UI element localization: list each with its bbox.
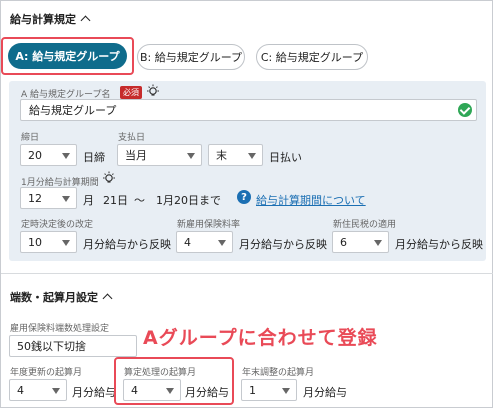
section-header-payroll-rules[interactable]: 給与計算規定 xyxy=(10,11,91,27)
dropdown-arrow-icon xyxy=(166,388,174,394)
rounding-select[interactable]: 50銭以下切捨 xyxy=(9,335,137,357)
chevron-up-icon xyxy=(80,15,91,26)
dropdown-arrow-icon xyxy=(248,153,256,159)
section-header-rounding[interactable]: 端数・起算月設定 xyxy=(10,289,113,305)
pay-day-select[interactable]: 末 xyxy=(208,144,263,166)
year-end-select[interactable]: 1 xyxy=(241,379,297,401)
pay-month-select[interactable]: 当月 xyxy=(117,144,202,166)
settings-window: 給与計算規定 A: 給与規定グループ B: 給与規定グループ C: 給与規定グル… xyxy=(0,0,493,408)
group-name-value: 給与規定グループ xyxy=(29,104,117,117)
period-help-link[interactable]: 給与計算期間について xyxy=(256,192,366,208)
dropdown-arrow-icon xyxy=(282,388,290,394)
dropdown-arrow-icon xyxy=(62,240,70,246)
tab-group-b[interactable]: B: 給与規定グループ xyxy=(137,44,245,70)
dropdown-arrow-icon xyxy=(62,196,70,202)
regular-revision-label: 定時決定後の改定 xyxy=(21,220,94,230)
section-title: 給与計算規定 xyxy=(10,13,76,26)
closing-day-select[interactable]: 20 xyxy=(20,144,77,166)
pay-day-suffix: 日払い xyxy=(269,151,302,164)
health-insurance-select[interactable]: 4 xyxy=(176,231,233,253)
tab-group-a[interactable]: A: 給与規定グループ xyxy=(8,43,127,69)
period-start: 21日 xyxy=(103,194,128,207)
dropdown-arrow-icon xyxy=(218,240,226,246)
period-end: 1月20日まで xyxy=(156,194,221,207)
group-name-input[interactable]: 給与規定グループ xyxy=(20,99,477,121)
dropdown-arrow-icon xyxy=(52,388,60,394)
section-title: 端数・起算月設定 xyxy=(10,291,98,304)
chevron-up-icon xyxy=(102,293,113,304)
lightbulb-icon[interactable] xyxy=(102,171,116,185)
valid-check-icon xyxy=(458,103,472,117)
dropdown-arrow-icon xyxy=(187,153,195,159)
year-end-suffix: 月分給与 xyxy=(303,386,347,399)
pay-day-label: 支払日 xyxy=(118,133,146,143)
section-divider xyxy=(1,273,493,274)
tab-group-c[interactable]: C: 給与規定グループ xyxy=(256,44,368,70)
annual-update-suffix: 月分給与 xyxy=(72,386,116,399)
required-badge: 必須 xyxy=(120,86,142,99)
health-insurance-suffix: 月分給与から反映 xyxy=(239,238,327,251)
resident-tax-select[interactable]: 6 xyxy=(332,231,389,253)
closing-day-suffix: 日締 xyxy=(83,151,105,164)
annual-update-select[interactable]: 4 xyxy=(9,379,67,401)
closing-day-label: 締日 xyxy=(21,133,40,143)
annual-update-label: 年度更新の起算月 xyxy=(10,368,83,378)
calc-start-label: 算定処理の起算月 xyxy=(124,368,197,378)
resident-tax-suffix: 月分給与から反映 xyxy=(395,238,483,251)
calc-start-suffix: 月分給与 xyxy=(185,386,229,399)
period-month-select[interactable]: 12 xyxy=(20,187,77,209)
regular-revision-suffix: 月分給与から反映 xyxy=(83,238,171,251)
year-end-label: 年末調整の起算月 xyxy=(242,368,315,378)
calc-start-select[interactable]: 4 xyxy=(123,379,181,401)
period-tilde: 〜 xyxy=(134,194,145,207)
annotation-text: Aグループに合わせて登録 xyxy=(143,327,378,349)
period-month-suffix: 月 xyxy=(83,194,94,207)
dropdown-arrow-icon xyxy=(62,153,70,159)
rounding-label: 雇用保険料端数処理設定 xyxy=(10,324,110,334)
lightbulb-icon[interactable] xyxy=(146,84,160,98)
dropdown-arrow-icon xyxy=(374,240,382,246)
health-insurance-label: 新雇用保険料率 xyxy=(177,220,241,230)
help-icon[interactable]: ? xyxy=(237,190,251,204)
resident-tax-label: 新住民税の適用 xyxy=(333,220,397,230)
regular-revision-select[interactable]: 10 xyxy=(20,231,77,253)
